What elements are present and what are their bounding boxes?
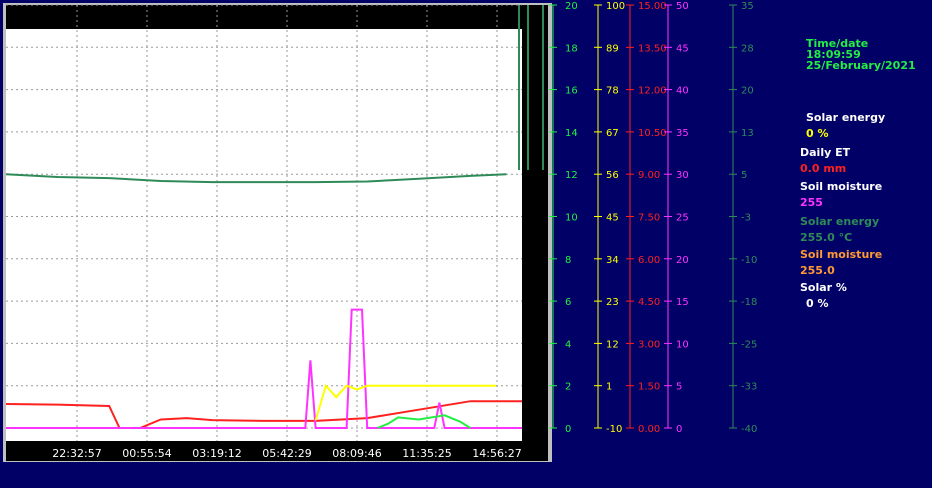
axis-tick-label: 5 — [741, 170, 747, 181]
x-tick-label: 22:32:57 — [52, 447, 101, 460]
axis-tick-label: 3.00 — [638, 339, 660, 350]
axis-tick-label: 13.50 — [638, 43, 667, 54]
date-value: 25/February/2021 — [806, 59, 916, 72]
axis-tick-label: 30 — [676, 170, 689, 181]
x-tick-label: 14:56:27 — [472, 447, 521, 460]
axis-tick-label: 1.50 — [638, 382, 660, 393]
axis-tick-label: 12 — [606, 339, 619, 350]
axis-tick-label: 40 — [676, 86, 689, 97]
readout-value: 255 — [800, 196, 823, 209]
axis-tick-label: 0.00 — [638, 424, 660, 435]
axis-tick-label: 45 — [676, 43, 689, 54]
axis-tick-label: 7.50 — [638, 213, 660, 224]
axis-tick-label: 34 — [606, 255, 619, 266]
axis-tick-label: 1 — [606, 382, 612, 393]
axis-tick-label: 13 — [741, 128, 754, 139]
axis-tick-label: 12 — [565, 170, 578, 181]
axis-tick-label: 78 — [606, 86, 619, 97]
axis-tick-label: 15.00 — [638, 1, 667, 12]
axis-tick-label: 6.00 — [638, 255, 660, 266]
x-tick-label: 08:09:46 — [332, 447, 381, 460]
axis-tick-label: 20 — [741, 86, 754, 97]
axis-tick-label: 67 — [606, 128, 619, 139]
axis-tick-label: -18 — [741, 297, 757, 308]
readout-value: 0 % — [806, 127, 829, 140]
axis-tick-label: -10 — [741, 255, 757, 266]
axis-tick-label: 10 — [676, 339, 689, 350]
axis-tick-label: 0 — [565, 424, 571, 435]
top-band — [6, 5, 548, 29]
readout-label: Solar energy — [806, 111, 886, 124]
readout-label: Soil moisture — [800, 248, 883, 261]
axis-tick-label: -33 — [741, 382, 757, 393]
readout-label: Solar % — [800, 281, 847, 294]
axis-tick-label: -3 — [741, 213, 751, 224]
x-tick-label: 00:55:54 — [122, 447, 171, 460]
readout-label: Soil moisture — [800, 180, 883, 193]
right-band — [522, 5, 548, 441]
readout-value: 255.0 °C — [800, 231, 853, 244]
axis-tick-label: 28 — [741, 43, 754, 54]
axis-tick-label: 18 — [565, 43, 578, 54]
axis-tick-label: 9.00 — [638, 170, 660, 181]
time-block: Time/date 18:09:59 25/February/2021 — [806, 38, 916, 71]
axis-tick-label: 4.50 — [638, 297, 660, 308]
axis-tick-label: -40 — [741, 424, 757, 435]
readout-value: 0 % — [806, 297, 829, 310]
readout-label: Solar energy — [800, 215, 880, 228]
plot-area — [6, 5, 548, 441]
axis-tick-label: 14 — [565, 128, 578, 139]
axis-tick-label: -25 — [741, 339, 757, 350]
x-tick-label: 11:35:25 — [402, 447, 451, 460]
x-tick-label: 03:19:12 — [192, 447, 241, 460]
axis-tick-label: 35 — [741, 1, 754, 12]
axis-tick-label: 6 — [565, 297, 571, 308]
axis-tick-label: 2 — [565, 382, 571, 393]
axis-tick-label: 0 — [676, 424, 682, 435]
axis-tick-label: 23 — [606, 297, 619, 308]
axis-tick-label: 100 — [606, 1, 625, 12]
axis-tick-label: -10 — [606, 424, 622, 435]
axis-tick-label: 56 — [606, 170, 619, 181]
axis-tick-label: 4 — [565, 339, 571, 350]
axis-tick-label: 89 — [606, 43, 619, 54]
x-tick-label: 05:42:29 — [262, 447, 311, 460]
chart: 22:32:57 00:55:54 03:19:12 05:42:29 08:09:46… — [3, 1, 757, 462]
axis-tick-label: 10.50 — [638, 128, 667, 139]
axis-tick-label: 16 — [565, 86, 578, 97]
axis-tick-label: 35 — [676, 128, 689, 139]
readout-value: 0.0 mm — [800, 162, 847, 175]
axis-tick-label: 25 — [676, 213, 689, 224]
axis-tick-label: 15 — [676, 297, 689, 308]
readout-label: Daily ET — [800, 146, 851, 159]
axis-tick-label: 20 — [676, 255, 689, 266]
axis-tick-label: 50 — [676, 1, 689, 12]
axis-tick-label: 45 — [606, 213, 619, 224]
axis-tick-label: 20 — [565, 1, 578, 12]
axis-tick-label: 10 — [565, 213, 578, 224]
axis-tick-label: 8 — [565, 255, 571, 266]
axis-tick-label: 12.00 — [638, 86, 667, 97]
axis-tick-label: 5 — [676, 382, 682, 393]
readout-value: 255.0 — [800, 264, 835, 277]
